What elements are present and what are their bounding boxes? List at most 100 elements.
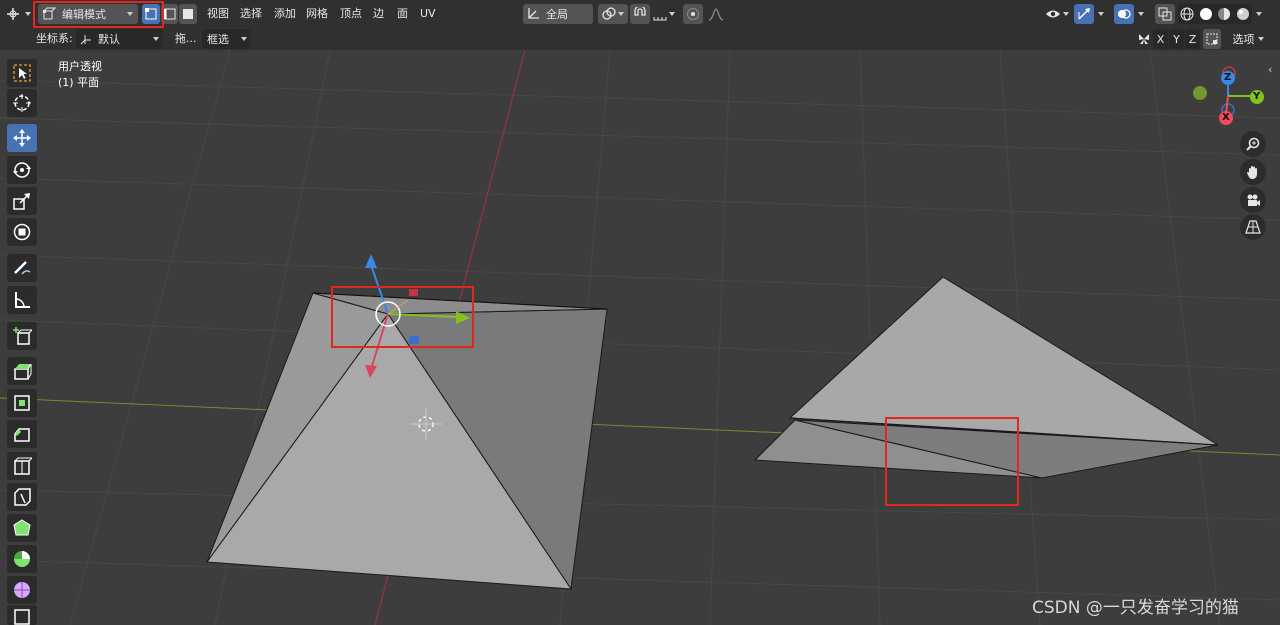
ruler-icon bbox=[15, 292, 30, 308]
tool-cursor[interactable] bbox=[7, 89, 37, 117]
tool-settings-bar: 坐标系: 默认 拖... 框选 X Y Z 选项 bbox=[0, 28, 1280, 50]
pivot-point-dropdown[interactable] bbox=[598, 4, 628, 24]
zoom-icon bbox=[1246, 137, 1260, 151]
bevel-icon bbox=[14, 428, 30, 442]
eye-icon bbox=[1046, 10, 1060, 18]
mirror-icon-button[interactable] bbox=[1135, 29, 1153, 49]
tool-scale[interactable] bbox=[7, 187, 37, 215]
tool-measure[interactable] bbox=[7, 286, 37, 314]
chevron-down-icon bbox=[1257, 37, 1264, 41]
object-visibility-dropdown[interactable] bbox=[1042, 4, 1072, 24]
face-mode-icon bbox=[183, 9, 193, 19]
overlay-dropdown[interactable] bbox=[1134, 4, 1148, 24]
gizmo-dropdown[interactable] bbox=[1094, 4, 1108, 24]
xray-toggle[interactable] bbox=[1155, 4, 1175, 24]
transform-orientation-dropdown[interactable]: 全局 bbox=[523, 4, 593, 24]
shading-dropdown[interactable] bbox=[1252, 4, 1266, 24]
grid-perspective-icon bbox=[1245, 220, 1261, 234]
tool-bevel[interactable] bbox=[7, 420, 37, 448]
chevron-down-icon bbox=[1256, 12, 1262, 16]
menu-face[interactable]: 面 bbox=[397, 7, 408, 21]
gizmo-icon bbox=[1078, 8, 1090, 20]
camera-icon bbox=[1247, 194, 1260, 206]
mirror-x-toggle[interactable]: X bbox=[1153, 29, 1168, 49]
wireframe-shading-icon[interactable] bbox=[1180, 7, 1194, 21]
snap-toggle[interactable] bbox=[630, 4, 650, 24]
zoom-button[interactable] bbox=[1240, 131, 1266, 157]
tool-rotate[interactable] bbox=[7, 156, 37, 184]
hand-icon bbox=[1247, 166, 1257, 179]
tool-annotate[interactable] bbox=[7, 254, 37, 282]
mirror-y-label: Y bbox=[1173, 32, 1180, 46]
menu-select[interactable]: 选择 bbox=[240, 7, 262, 21]
rendered-shading-icon[interactable] bbox=[1236, 7, 1250, 21]
falloff-dropdown[interactable] bbox=[703, 4, 729, 24]
pan-button[interactable] bbox=[1240, 159, 1266, 185]
tool-loop-cut[interactable] bbox=[7, 452, 37, 480]
transform-orientation-label: 全局 bbox=[546, 8, 568, 21]
auto-merge-toggle[interactable] bbox=[1203, 29, 1221, 49]
chevron-down-icon bbox=[241, 37, 247, 41]
global-axes-icon bbox=[528, 8, 539, 19]
mode-highlight-box bbox=[33, 1, 164, 28]
view-name: 用户透视 bbox=[58, 60, 102, 73]
menu-vertex[interactable]: 顶点 bbox=[340, 7, 362, 21]
gizmo-z-label[interactable]: Z bbox=[1224, 71, 1231, 85]
loop-cut-icon bbox=[14, 457, 32, 475]
chevron-down-icon bbox=[1063, 12, 1069, 16]
tool-smooth[interactable] bbox=[7, 576, 37, 604]
drag-select-dropdown[interactable]: 框选 bbox=[202, 29, 251, 49]
tool-move[interactable] bbox=[7, 124, 37, 152]
chevron-down-icon bbox=[1098, 12, 1104, 16]
orientation-label: 坐标系: bbox=[36, 32, 73, 45]
menu-mesh[interactable]: 网格 bbox=[306, 7, 328, 21]
tool-inset[interactable] bbox=[7, 389, 37, 417]
sidebar-toggle-icon[interactable]: ‹ bbox=[1268, 63, 1272, 77]
menu-uv[interactable]: UV bbox=[420, 7, 436, 21]
tool-knife[interactable] bbox=[7, 483, 37, 511]
mirror-z-toggle[interactable]: Z bbox=[1185, 29, 1200, 49]
tool-extrude[interactable] bbox=[7, 357, 37, 385]
rotate-icon bbox=[13, 162, 31, 178]
smooth-icon bbox=[14, 582, 30, 598]
options-dropdown[interactable]: 选项 bbox=[1226, 29, 1270, 49]
pencil-icon bbox=[14, 261, 31, 275]
gizmo-x-label[interactable]: X bbox=[1222, 111, 1230, 125]
mirror-y-toggle[interactable]: Y bbox=[1169, 29, 1184, 49]
editor-type-button[interactable] bbox=[4, 4, 32, 24]
orientation-value: 默认 bbox=[98, 33, 120, 46]
menu-add[interactable]: 添加 bbox=[274, 7, 296, 21]
face-select-mode[interactable] bbox=[179, 4, 197, 24]
tool-add-cube[interactable] bbox=[7, 322, 37, 350]
proportional-edit-toggle[interactable] bbox=[683, 4, 703, 24]
3d-viewport[interactable] bbox=[0, 0, 1280, 625]
menu-view[interactable]: 视图 bbox=[207, 7, 229, 21]
editor-type-icon bbox=[7, 8, 19, 20]
snap-increment-icon bbox=[653, 17, 667, 21]
transform-icon bbox=[13, 223, 31, 241]
perspective-toggle-button[interactable] bbox=[1240, 214, 1266, 240]
tool-transform[interactable] bbox=[7, 218, 37, 246]
mirror-z-label: Z bbox=[1188, 32, 1197, 46]
overlay-toggle[interactable] bbox=[1114, 4, 1134, 24]
material-shading-icon[interactable] bbox=[1217, 7, 1231, 21]
pivot-icon bbox=[602, 7, 616, 20]
menu-edge[interactable]: 边 bbox=[373, 7, 384, 21]
inset-icon bbox=[14, 395, 30, 411]
tool-poly-build[interactable] bbox=[7, 514, 37, 542]
chevron-down-icon bbox=[669, 12, 675, 16]
solid-shading-icon[interactable] bbox=[1199, 7, 1213, 21]
falloff-curve-icon bbox=[708, 8, 724, 21]
xray-icon bbox=[1158, 7, 1172, 21]
gizmo-toggle[interactable] bbox=[1074, 4, 1094, 24]
orientation-axes-icon bbox=[80, 35, 91, 45]
gizmo-y-label[interactable]: Y bbox=[1253, 90, 1260, 104]
snap-target-dropdown[interactable] bbox=[650, 4, 678, 24]
tool-select-box[interactable] bbox=[7, 59, 37, 87]
chevron-down-icon bbox=[1138, 12, 1144, 16]
select-mode-value: 框选 bbox=[207, 33, 229, 46]
tool-spin[interactable] bbox=[7, 545, 37, 573]
camera-view-button[interactable] bbox=[1240, 187, 1266, 213]
orientation-dropdown[interactable]: 默认 bbox=[76, 29, 163, 49]
tool-shrink[interactable] bbox=[7, 605, 37, 625]
